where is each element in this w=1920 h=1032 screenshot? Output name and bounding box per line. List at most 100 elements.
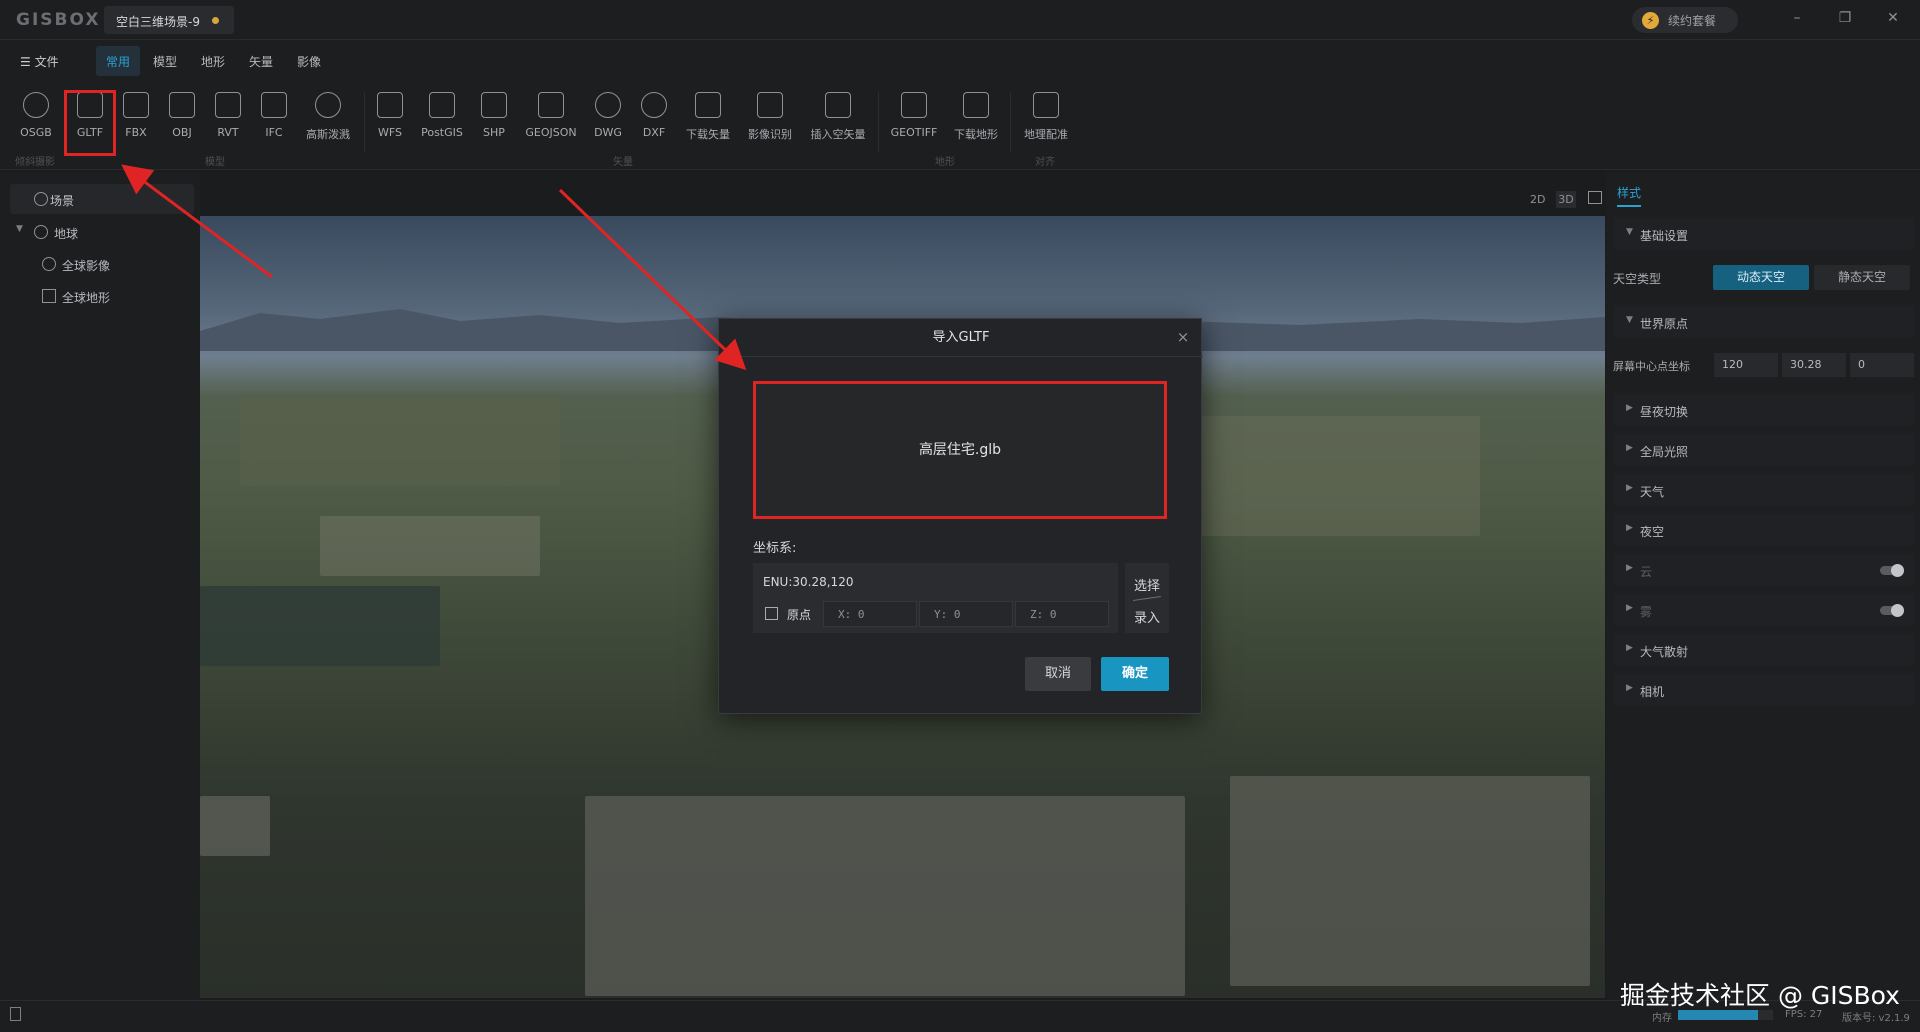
rvt-button[interactable]: RVT xyxy=(206,90,250,146)
origin-y-field[interactable]: Y: 0 xyxy=(919,601,1013,627)
center-height-field[interactable]: 0 xyxy=(1850,353,1914,377)
section-basic-settings[interactable]: ▼ 基础设置 xyxy=(1614,218,1914,250)
section-camera[interactable]: ▶ 相机 xyxy=(1614,674,1914,706)
cube-icon xyxy=(169,92,195,118)
close-window-button[interactable]: ✕ xyxy=(1882,10,1904,30)
gaussian-splat-button[interactable]: 高斯泼溅 xyxy=(300,90,356,146)
shp-button[interactable]: SHP xyxy=(472,90,516,146)
caret-right-icon: ▶ xyxy=(1626,563,1633,573)
confirm-button[interactable]: 确定 xyxy=(1101,657,1169,691)
georeference-button[interactable]: 地理配准 xyxy=(1018,90,1074,146)
origin-label: 原点 xyxy=(787,608,812,622)
section-day-night[interactable]: ▶ 昼夜切换 xyxy=(1614,394,1914,426)
dwg-button[interactable]: DWG xyxy=(586,90,630,146)
caret-right-icon: ▶ xyxy=(1626,403,1633,413)
terrain-patch xyxy=(320,516,540,576)
building-block xyxy=(585,796,1185,996)
insert-empty-vector-button[interactable]: 插入空矢量 xyxy=(804,90,872,146)
minimize-button[interactable]: – xyxy=(1786,10,1808,30)
tab-terrain[interactable]: 地形 xyxy=(191,46,235,76)
cloud-toggle[interactable] xyxy=(1880,564,1904,577)
lightning-icon: ⚡ xyxy=(1642,12,1659,29)
fog-toggle[interactable] xyxy=(1880,604,1904,617)
terrain-icon xyxy=(42,289,56,303)
dynamic-sky-button[interactable]: 动态天空 xyxy=(1713,265,1809,290)
expand-caret-icon[interactable]: ▼ xyxy=(16,224,23,234)
section-world-origin[interactable]: ▼ 世界原点 xyxy=(1614,306,1914,338)
wfs-icon xyxy=(377,92,403,118)
split-view-icon[interactable] xyxy=(1588,191,1602,204)
section-weather[interactable]: ▶ 天气 xyxy=(1614,474,1914,506)
sky-type-label: 天空类型 xyxy=(1613,272,1662,286)
divider xyxy=(1133,596,1161,601)
fbx-button[interactable]: FBX xyxy=(114,90,158,146)
group-label: 矢量 xyxy=(613,157,633,168)
osgb-icon xyxy=(23,92,49,118)
imagery-icon xyxy=(42,257,56,271)
ifc-button[interactable]: IFC xyxy=(252,90,296,146)
log-icon[interactable] xyxy=(10,1007,21,1021)
tree-item-earth[interactable]: 地球 xyxy=(54,225,78,242)
terrain-icon xyxy=(901,92,927,118)
close-icon[interactable]: × xyxy=(1173,328,1193,348)
version-label: 版本号: v2.1.9 xyxy=(1842,1013,1910,1024)
file-drop-zone[interactable]: 高层住宅.glb xyxy=(753,381,1167,519)
building-block xyxy=(1230,776,1590,986)
download-terrain-button[interactable]: 下载地形 xyxy=(948,90,1004,146)
memory-fill xyxy=(1678,1010,1758,1020)
restore-button[interactable]: ❐ xyxy=(1834,10,1856,30)
tab-style[interactable]: 样式 xyxy=(1617,184,1642,207)
origin-z-field[interactable]: Z: 0 xyxy=(1015,601,1109,627)
dwg-icon xyxy=(595,92,621,118)
tree-item-global-terrain[interactable]: 全球地形 xyxy=(62,289,110,306)
center-lat-field[interactable]: 30.28 xyxy=(1782,353,1846,377)
section-cloud[interactable]: ▶ 云 xyxy=(1614,554,1914,586)
fps-readout: FPS: 27 xyxy=(1785,1009,1823,1020)
static-sky-button[interactable]: 静态天空 xyxy=(1814,265,1910,290)
ribbon-separator xyxy=(1010,92,1011,152)
gltf-highlight-box xyxy=(64,90,116,156)
section-atmosphere[interactable]: ▶ 大气散射 xyxy=(1614,634,1914,666)
geotiff-button[interactable]: GEOTIFF xyxy=(884,90,944,146)
globe-icon xyxy=(34,225,48,239)
tab-vector[interactable]: 矢量 xyxy=(239,46,283,76)
terrain-patch xyxy=(240,396,560,486)
section-global-lighting[interactable]: ▶ 全局光照 xyxy=(1614,434,1914,466)
properties-panel xyxy=(1606,172,1920,1000)
caret-right-icon: ▶ xyxy=(1626,443,1633,453)
dxf-button[interactable]: DXF xyxy=(632,90,676,146)
group-label: 对齐 xyxy=(1035,157,1055,168)
tree-item-global-imagery[interactable]: 全球影像 xyxy=(62,257,110,274)
database-icon xyxy=(429,92,455,118)
tab-common[interactable]: 常用 xyxy=(96,46,141,76)
section-fog[interactable]: ▶ 雾 xyxy=(1614,594,1914,626)
view-3d-button[interactable]: 3D xyxy=(1556,191,1576,208)
geojson-icon xyxy=(538,92,564,118)
cancel-button[interactable]: 取消 xyxy=(1025,657,1091,691)
geojson-button[interactable]: GEOJSON xyxy=(518,90,584,146)
section-night-sky[interactable]: ▶ 夜空 xyxy=(1614,514,1914,546)
view-2d-button[interactable]: 2D xyxy=(1530,193,1545,206)
image-recognition-button[interactable]: 影像识别 xyxy=(740,90,800,146)
origin-x-field[interactable]: X: 0 xyxy=(823,601,917,627)
shp-icon xyxy=(481,92,507,118)
tab-imagery[interactable]: 影像 xyxy=(287,46,331,76)
postgis-button[interactable]: PostGIS xyxy=(414,90,470,146)
cube-icon xyxy=(261,92,287,118)
select-enter-button[interactable]: 选择 录入 xyxy=(1125,563,1169,633)
tab-model[interactable]: 模型 xyxy=(143,46,187,76)
group-label: 模型 xyxy=(205,157,225,168)
osgb-button[interactable]: OSGB xyxy=(14,90,58,146)
app-logo: GISBOX xyxy=(16,10,101,30)
group-label: 地形 xyxy=(935,157,955,168)
origin-checkbox[interactable] xyxy=(765,607,778,620)
toggle-knob xyxy=(1891,564,1904,577)
insert-icon xyxy=(825,92,851,118)
obj-button[interactable]: OBJ xyxy=(160,90,204,146)
crs-label: 坐标系: xyxy=(753,541,797,556)
file-menu[interactable]: ☰ 文件 xyxy=(20,53,59,70)
download-vector-button[interactable]: 下载矢量 xyxy=(680,90,736,146)
unsaved-indicator xyxy=(212,17,219,24)
wfs-button[interactable]: WFS xyxy=(368,90,412,146)
center-lon-field[interactable]: 120 xyxy=(1714,353,1778,377)
